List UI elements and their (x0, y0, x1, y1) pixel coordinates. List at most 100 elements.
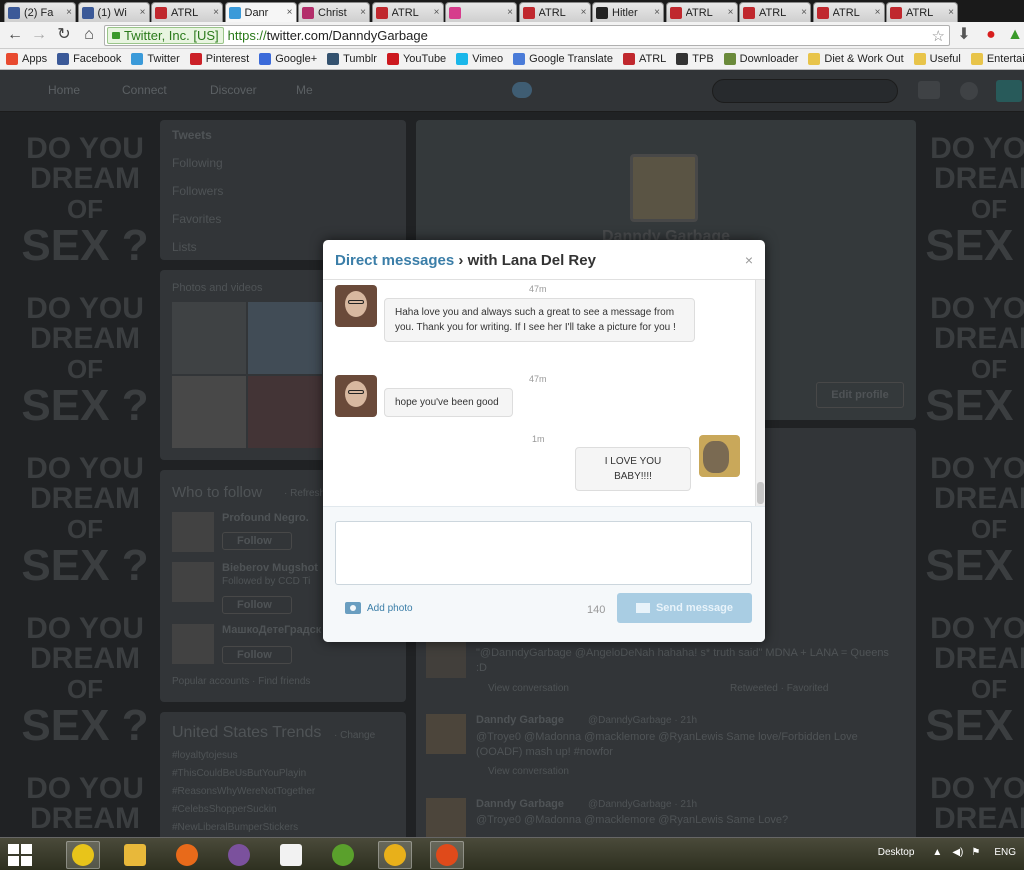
bookmark-item[interactable]: Pinterest (189, 53, 249, 65)
conversation-scrollbar[interactable] (755, 280, 765, 506)
direct-messages-link[interactable]: Direct messages (335, 252, 454, 269)
browser-tab[interactable]: ATRL × (151, 2, 223, 22)
browser-tab[interactable]: (2) Fa × (4, 2, 76, 22)
twitter-icon (228, 6, 241, 19)
tab-close-icon[interactable]: × (948, 7, 954, 18)
tab-close-icon[interactable]: × (66, 7, 72, 18)
b-icon (449, 6, 461, 19)
send-message-label: Send message (655, 602, 734, 614)
tab-close-icon[interactable]: × (213, 7, 219, 18)
bookmark-label: Diet & Work Out (824, 53, 904, 65)
scroll-thumb[interactable] (757, 482, 764, 504)
file-explorer-icon[interactable] (118, 841, 152, 869)
firefox-icon[interactable] (170, 841, 204, 869)
tab-close-icon[interactable]: × (434, 7, 440, 18)
add-photo-button[interactable]: Add photo (345, 602, 413, 614)
tab-title: ATRL (538, 6, 566, 19)
twitter-icon (131, 53, 144, 65)
download-icon[interactable]: ⬇ (955, 26, 973, 44)
bookmark-item[interactable]: Twitter (131, 53, 180, 65)
bookmark-label: Tumblr (343, 53, 377, 65)
tab-close-icon[interactable]: × (140, 7, 146, 18)
headphones-icon[interactable] (430, 841, 464, 869)
bookmark-item[interactable]: TPB (676, 53, 714, 65)
bookmark-item[interactable]: Apps (6, 53, 47, 65)
avatar[interactable] (335, 375, 377, 417)
bookmark-item[interactable]: Tumblr (327, 53, 377, 65)
browser-tab[interactable]: ATRL × (518, 2, 591, 22)
ssl-badge[interactable]: Twitter, Inc. [US] (107, 27, 224, 44)
bookmark-item[interactable]: Diet & Work Out (808, 53, 904, 65)
tab-close-icon[interactable]: × (287, 7, 293, 18)
browser-tab[interactable]: ATRL × (665, 2, 738, 22)
browser-tab[interactable]: Danr × (224, 2, 297, 22)
tab-close-icon[interactable]: × (801, 7, 807, 18)
bookmark-label: Downloader (739, 53, 799, 65)
url-text[interactable]: https://twitter.com/DanndyGarbage (228, 28, 428, 43)
back-icon[interactable]: ← (6, 26, 24, 44)
conversation-title: › with Lana Del Rey (454, 252, 596, 269)
drive-icon[interactable]: ▲ (1006, 26, 1024, 44)
browser-tab[interactable]: Hitler × (592, 2, 664, 22)
windows-start-icon[interactable] (8, 844, 32, 866)
bookmark-label: ATRL (638, 53, 667, 65)
home-icon[interactable]: ⌂ (80, 26, 98, 44)
address-bar[interactable]: Twitter, Inc. [US] https://twitter.com/D… (104, 25, 950, 46)
atrl-icon (816, 6, 829, 19)
bookmark-item[interactable]: ATRL (622, 53, 667, 65)
message-bubble: Haha love you and always such a great to… (384, 298, 695, 342)
tab-close-icon[interactable]: × (507, 7, 513, 18)
tab-close-icon[interactable]: × (728, 7, 734, 18)
bookmark-item[interactable]: YouTube (386, 53, 447, 65)
bookmark-label: YouTube (402, 53, 447, 65)
browser-tab[interactable]: × (445, 2, 517, 22)
c-app-icon[interactable] (378, 841, 412, 869)
bookmark-item[interactable]: Vimeo (456, 53, 503, 65)
adblock-icon[interactable]: ● (982, 26, 1000, 44)
avatar[interactable] (699, 435, 740, 477)
facebook-icon (57, 53, 70, 65)
utorrent-icon[interactable] (326, 841, 360, 869)
close-icon[interactable]: × (745, 252, 753, 268)
facebook-icon (8, 6, 20, 19)
metro-apps-icon[interactable] (274, 841, 308, 869)
bookmark-label: Google Translate (529, 53, 613, 65)
tab-close-icon[interactable]: × (654, 7, 660, 18)
bookmark-item[interactable]: Google+ (259, 53, 317, 65)
desktop-toolbar[interactable]: Desktop (878, 847, 915, 858)
bookmark-label: Useful (929, 53, 961, 65)
bookmark-item[interactable]: Facebook (57, 53, 121, 65)
forward-icon[interactable]: → (30, 26, 48, 44)
add-photo-label: Add photo (367, 602, 413, 614)
tab-close-icon[interactable]: × (581, 7, 587, 18)
tray-expand-icon[interactable]: ▲ (932, 847, 942, 858)
volume-icon[interactable]: ◀) (952, 847, 963, 858)
bookmark-item[interactable]: Entertainme (970, 53, 1024, 65)
bookmark-star-icon[interactable]: ☆ (932, 27, 945, 45)
bookmark-item[interactable]: Downloader (723, 53, 799, 65)
viber-icon[interactable] (222, 841, 256, 869)
browser-tab[interactable]: Christ × (298, 2, 370, 22)
bookmark-item[interactable]: Google Translate (513, 53, 613, 65)
flag-icon[interactable]: ⚑ (971, 847, 980, 858)
send-message-button[interactable]: Send message (617, 593, 752, 623)
browser-tab[interactable]: ATRL × (812, 2, 885, 22)
direct-messages-dialog: Direct messages › with Lana Del Rey × 47… (323, 240, 765, 642)
browser-tab[interactable]: ATRL × (739, 2, 811, 22)
chrome-icon[interactable] (66, 841, 100, 869)
atrl-icon (890, 6, 902, 19)
browser-tab[interactable]: ATRL × (886, 2, 958, 22)
avatar[interactable] (335, 285, 377, 327)
browser-tab[interactable]: (1) Wi × (77, 2, 150, 22)
envelope-icon (635, 603, 650, 613)
tab-title: (1) Wi (97, 6, 127, 19)
bookmark-label: Facebook (73, 53, 122, 65)
tab-close-icon[interactable]: × (360, 7, 366, 18)
reload-icon[interactable]: ↻ (55, 26, 73, 44)
bookmark-item[interactable]: Useful (913, 53, 961, 65)
tab-close-icon[interactable]: × (875, 7, 881, 18)
message-input[interactable] (335, 521, 752, 585)
fg-icon (302, 6, 314, 19)
language-indicator[interactable]: ENG (994, 847, 1016, 858)
browser-tab[interactable]: ATRL × (371, 2, 444, 22)
